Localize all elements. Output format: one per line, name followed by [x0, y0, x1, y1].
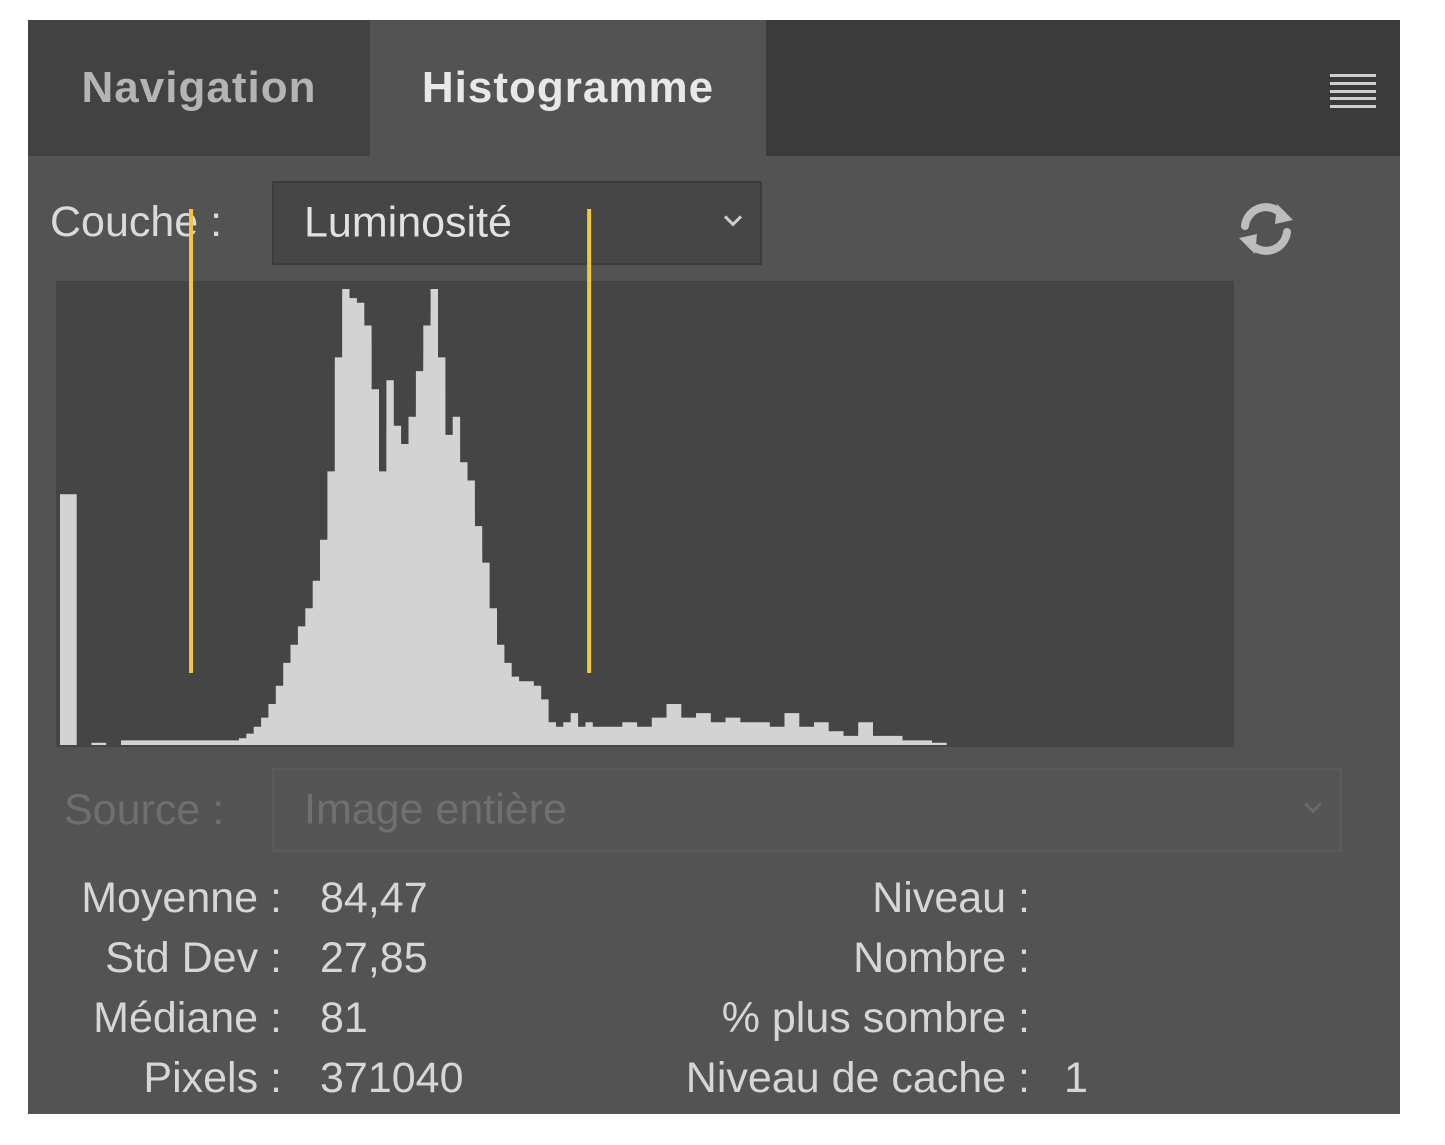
- stat-mean-value: 84,47: [320, 874, 428, 922]
- histogram-panel: Navigation Histogramme Couche : Luminosi…: [28, 20, 1400, 1114]
- channel-select-value: Luminosité: [304, 198, 512, 247]
- channel-select[interactable]: Luminosité: [272, 181, 762, 265]
- stat-std-dev-label: Std Dev :: [105, 934, 282, 982]
- panel-tab-bar: Navigation Histogramme: [28, 20, 1400, 156]
- stat-percentile-label: % plus sombre :: [721, 994, 1030, 1042]
- histogram-area: [62, 289, 1006, 745]
- stat-count-label: Nombre :: [853, 934, 1030, 982]
- source-select: Image entière: [272, 768, 1342, 852]
- stat-median-label: Médiane :: [93, 994, 282, 1042]
- source-select-value: Image entière: [304, 785, 567, 834]
- stat-cache-level-label: Niveau de cache :: [685, 1054, 1030, 1102]
- tab-histogram[interactable]: Histogramme: [370, 20, 766, 156]
- histogram-black-spike: [60, 494, 63, 745]
- stat-pixels-value: 371040: [320, 1054, 464, 1102]
- stat-std-dev-value: 27,85: [320, 934, 428, 982]
- tab-navigation[interactable]: Navigation: [28, 20, 370, 156]
- stat-cache-level-value: 1: [1064, 1054, 1088, 1102]
- stat-mean-label: Moyenne :: [81, 874, 282, 922]
- panel-menu-icon[interactable]: [1330, 74, 1376, 108]
- stat-level-label: Niveau :: [872, 874, 1030, 922]
- stat-pixels-label: Pixels :: [143, 1054, 282, 1102]
- chevron-down-icon: [723, 215, 743, 227]
- histogram-chart: [56, 209, 1234, 747]
- source-label: Source :: [64, 786, 225, 834]
- channel-label: Couche :: [50, 198, 223, 246]
- stat-median-value: 81: [320, 994, 368, 1042]
- refresh-icon[interactable]: [1233, 196, 1299, 262]
- chevron-down-icon: [1303, 802, 1323, 814]
